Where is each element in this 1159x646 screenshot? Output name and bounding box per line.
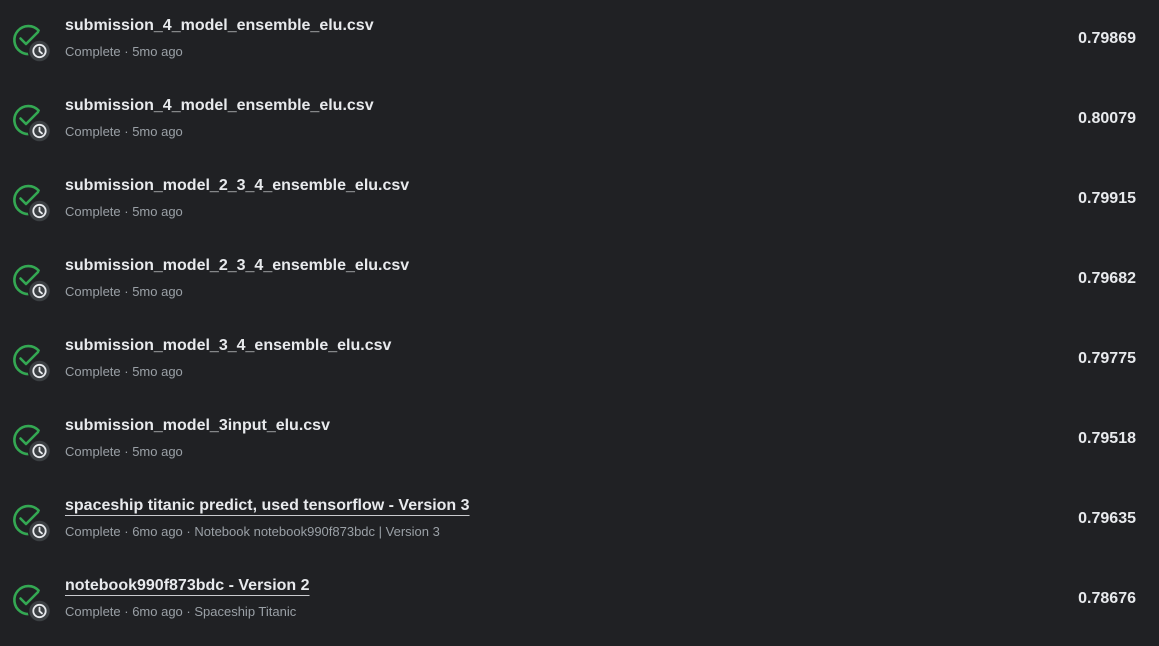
submission-title: submission_model_3_4_ensemble_elu.csv <box>65 337 392 354</box>
submission-meta: Complete · 5mo ago <box>65 364 183 379</box>
check-circle-icon <box>11 342 53 384</box>
submission-row: submission_model_2_3_4_ensemble_elu.csv … <box>0 240 1159 320</box>
submission-score: 0.79915 <box>1078 190 1136 207</box>
submission-row: submission_model_3_4_ensemble_elu.csv Co… <box>0 320 1159 400</box>
submission-row: submission_4_model_ensemble_elu.csv Comp… <box>0 80 1159 160</box>
check-circle-icon <box>11 182 53 224</box>
submission-meta: Complete · 6mo ago · Notebook notebook99… <box>65 524 440 539</box>
submission-meta: Complete · 5mo ago <box>65 124 183 139</box>
submission-title: submission_model_2_3_4_ensemble_elu.csv <box>65 257 410 274</box>
submission-meta: Complete · 6mo ago · Spaceship Titanic <box>65 604 297 619</box>
submission-score: 0.79775 <box>1078 350 1136 367</box>
submission-score: 0.80079 <box>1078 110 1136 127</box>
submission-title: submission_model_2_3_4_ensemble_elu.csv <box>65 177 410 194</box>
notebook-link[interactable]: notebook990f873bdc - Version 2 <box>65 576 310 596</box>
submission-score: 0.78676 <box>1078 590 1136 607</box>
submission-score: 0.79869 <box>1078 30 1136 47</box>
submission-row: notebook990f873bdc - Version 2 Complete … <box>0 560 1159 640</box>
notebook-link[interactable]: spaceship titanic predict, used tensorfl… <box>65 496 470 516</box>
check-circle-icon <box>11 422 53 464</box>
submission-score: 0.79635 <box>1078 510 1136 527</box>
submission-title: submission_model_3input_elu.csv <box>65 417 330 434</box>
check-circle-icon <box>11 22 53 64</box>
submission-title: submission_4_model_ensemble_elu.csv <box>65 97 374 114</box>
submission-title: submission_4_model_ensemble_elu.csv <box>65 17 374 34</box>
submission-row: submission_4_model_ensemble_elu.csv Comp… <box>0 0 1159 80</box>
submission-meta: Complete · 5mo ago <box>65 444 183 459</box>
submission-meta: Complete · 5mo ago <box>65 44 183 59</box>
check-circle-icon <box>11 582 53 624</box>
submission-row: submission_model_2_3_4_ensemble_elu.csv … <box>0 160 1159 240</box>
submissions-list: submission_4_model_ensemble_elu.csv Comp… <box>0 0 1159 646</box>
submission-row: spaceship titanic predict, used tensorfl… <box>0 480 1159 560</box>
submission-row: submission_model_3input_elu.csv Complete… <box>0 400 1159 480</box>
check-circle-icon <box>11 502 53 544</box>
submission-meta: Complete · 5mo ago <box>65 204 183 219</box>
check-circle-icon <box>11 102 53 144</box>
submission-meta: Complete · 5mo ago <box>65 284 183 299</box>
check-circle-icon <box>11 262 53 304</box>
submission-score: 0.79682 <box>1078 270 1136 287</box>
submission-score: 0.79518 <box>1078 430 1136 447</box>
